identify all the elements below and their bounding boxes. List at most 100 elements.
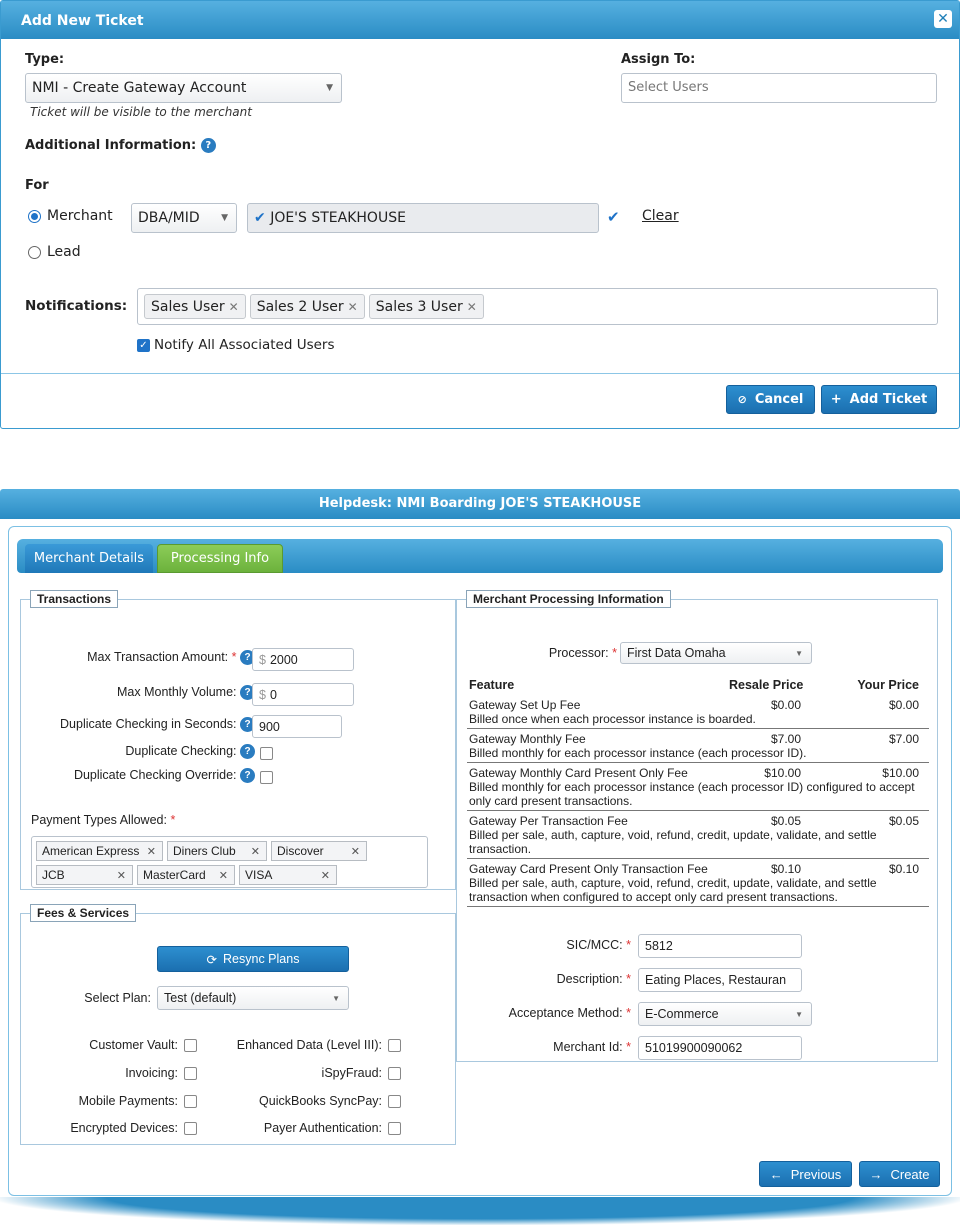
chevron-down-icon: ▼ (326, 83, 333, 93)
description-input[interactable]: Eating Places, Restauran (638, 968, 802, 992)
verified-check-icon: ✔ (607, 208, 620, 226)
fees-services-section: Fees & Services ⟳ Resync Plans Select Pl… (20, 904, 456, 1145)
helpdesk-body: Merchant Details Processing Info Transac… (8, 526, 952, 1196)
chevron-down-icon: ▼ (221, 213, 228, 223)
previous-button[interactable]: ← Previous (759, 1161, 852, 1187)
max-transaction-input[interactable]: $ 2000 (252, 648, 354, 671)
info-icon[interactable]: ? (240, 768, 255, 784)
tab-bar: Merchant Details Processing Info (17, 539, 943, 573)
merchant-lookup-value: JOE'S STEAKHOUSE (270, 210, 406, 226)
payment-tag: Discover ✕ (271, 841, 367, 861)
ispyfraud-option[interactable]: iSpyFraud: (322, 1066, 401, 1080)
processing-info-section: Merchant Processing Information Processo… (456, 590, 938, 1062)
select-plan-dropdown[interactable]: Test (default) ▼ (157, 986, 349, 1010)
plus-icon: + (830, 392, 842, 407)
max-monthly-value: 0 (269, 687, 277, 702)
create-button[interactable]: → Create (859, 1161, 940, 1187)
dup-seconds-input[interactable]: 900 (252, 715, 342, 738)
fee-table: Feature Resale Price Your Price Gateway … (467, 675, 929, 907)
checkbox[interactable] (184, 1121, 197, 1135)
radio-selected-icon (28, 209, 41, 223)
dup-override-checkbox[interactable] (260, 771, 273, 784)
mobile-payments-option[interactable]: Mobile Payments: (79, 1094, 197, 1108)
fee-row: Gateway Monthly Card Present Only Fee $10… (467, 763, 929, 811)
checkbox[interactable] (184, 1066, 197, 1080)
lookup-type-value: DBA/MID (138, 210, 200, 226)
payment-types-input[interactable]: American Express ✕ Diners Club ✕ Discover ✕… (31, 836, 428, 888)
payment-tag: American Express ✕ (36, 841, 163, 861)
notify-all-checkbox[interactable]: ✓ Notify All Associated Users (137, 337, 335, 353)
checkbox[interactable] (388, 1066, 401, 1080)
type-select[interactable]: NMI - Create Gateway Account ▼ (25, 73, 342, 103)
payment-tag: Diners Club ✕ (167, 841, 267, 861)
cancel-button[interactable]: ⊘ Cancel (726, 385, 815, 414)
fee-table-header: Feature Resale Price Your Price (467, 675, 929, 695)
checkbox[interactable] (388, 1094, 401, 1108)
visibility-note: Ticket will be visible to the merchant (30, 105, 252, 119)
fee-row: Gateway Monthly Fee $7.00 $7.00 Billed mon… (467, 729, 929, 763)
currency-symbol: $ (259, 652, 266, 667)
processor-dropdown[interactable]: First Data Omaha ▼ (620, 642, 812, 664)
assign-users-input[interactable]: Select Users (621, 73, 937, 103)
chevron-down-icon: ▼ (332, 993, 340, 1003)
chevron-down-icon: ▼ (795, 1009, 803, 1019)
select-plan-label: Select Plan: (84, 991, 151, 1005)
checkbox[interactable] (184, 1094, 197, 1108)
notification-tag: Sales User ✕ (144, 294, 246, 319)
remove-icon[interactable]: ✕ (117, 869, 126, 882)
encrypted-devices-option[interactable]: Encrypted Devices: (70, 1121, 197, 1135)
resync-plans-button[interactable]: ⟳ Resync Plans (157, 946, 349, 972)
info-icon[interactable]: ? (240, 744, 255, 760)
max-monthly-input[interactable]: $ 0 (252, 683, 354, 706)
remove-icon[interactable]: ✕ (229, 300, 239, 314)
add-ticket-button[interactable]: + Add Ticket (821, 385, 937, 414)
type-label: Type: (25, 52, 65, 67)
remove-icon[interactable]: ✕ (219, 869, 228, 882)
clear-link[interactable]: Clear (642, 208, 679, 224)
helpdesk-title: Helpdesk: NMI Boarding JOE'S STEAKHOUSE (0, 489, 960, 519)
remove-icon[interactable]: ✕ (351, 845, 360, 858)
merchant-lookup-input[interactable]: ✔ JOE'S STEAKHOUSE (247, 203, 599, 233)
checkbox[interactable] (184, 1038, 197, 1052)
remove-icon[interactable]: ✕ (348, 300, 358, 314)
customer-vault-option[interactable]: Customer Vault: (89, 1038, 197, 1052)
your-price-header: Your Price (857, 678, 919, 692)
merchant-id-input[interactable]: 51019900090062 (638, 1036, 802, 1060)
invoicing-option[interactable]: Invoicing: (125, 1066, 197, 1080)
checkbox[interactable] (388, 1038, 401, 1052)
arrow-right-icon: → (869, 1166, 883, 1182)
remove-icon[interactable]: ✕ (147, 845, 156, 858)
transactions-section: Transactions Max Transaction Amount: * ?… (20, 590, 456, 890)
remove-icon[interactable]: ✕ (321, 869, 330, 882)
tab-merchant-details[interactable]: Merchant Details (25, 544, 153, 573)
enhanced-data-option[interactable]: Enhanced Data (Level III): (237, 1038, 401, 1052)
fee-row: Gateway Per Transaction Fee $0.05 $0.05 Bi… (467, 811, 929, 859)
resale-price-header: Resale Price (729, 678, 804, 692)
add-ticket-button-label: Add Ticket (849, 392, 928, 407)
description-label: Description: * (556, 972, 631, 986)
dup-check-checkbox[interactable] (260, 747, 273, 760)
acceptance-dropdown[interactable]: E-Commerce ▼ (638, 1002, 812, 1026)
lookup-type-select[interactable]: DBA/MID ▼ (131, 203, 237, 233)
merchant-radio[interactable]: Merchant (28, 208, 113, 224)
notify-all-label: Notify All Associated Users (154, 337, 335, 353)
cancel-icon: ⊘ (737, 393, 747, 406)
notifications-input[interactable]: Sales User ✕ Sales 2 User ✕ Sales 3 User ✕ (137, 288, 938, 325)
sic-input[interactable]: 5812 (638, 934, 802, 958)
remove-icon[interactable]: ✕ (467, 300, 477, 314)
payment-types-label: Payment Types Allowed: * (31, 813, 176, 827)
tab-processing-info[interactable]: Processing Info (157, 544, 283, 573)
additional-info-text: Additional Information: (25, 138, 197, 153)
remove-icon[interactable]: ✕ (251, 845, 260, 858)
currency-symbol: $ (259, 687, 266, 702)
radio-empty-icon (28, 245, 41, 259)
additional-info-label: Additional Information: ? (25, 138, 216, 153)
lead-radio[interactable]: Lead (28, 244, 81, 260)
payer-authentication-option[interactable]: Payer Authentication: (264, 1121, 401, 1135)
close-icon[interactable]: ✕ (934, 10, 952, 28)
quickbooks-syncpay-option[interactable]: QuickBooks SyncPay: (259, 1094, 401, 1108)
checkbox[interactable] (388, 1121, 401, 1135)
merchant-radio-label: Merchant (47, 208, 113, 224)
acceptance-label: Acceptance Method: * (508, 1006, 631, 1020)
info-icon[interactable]: ? (200, 138, 216, 153)
